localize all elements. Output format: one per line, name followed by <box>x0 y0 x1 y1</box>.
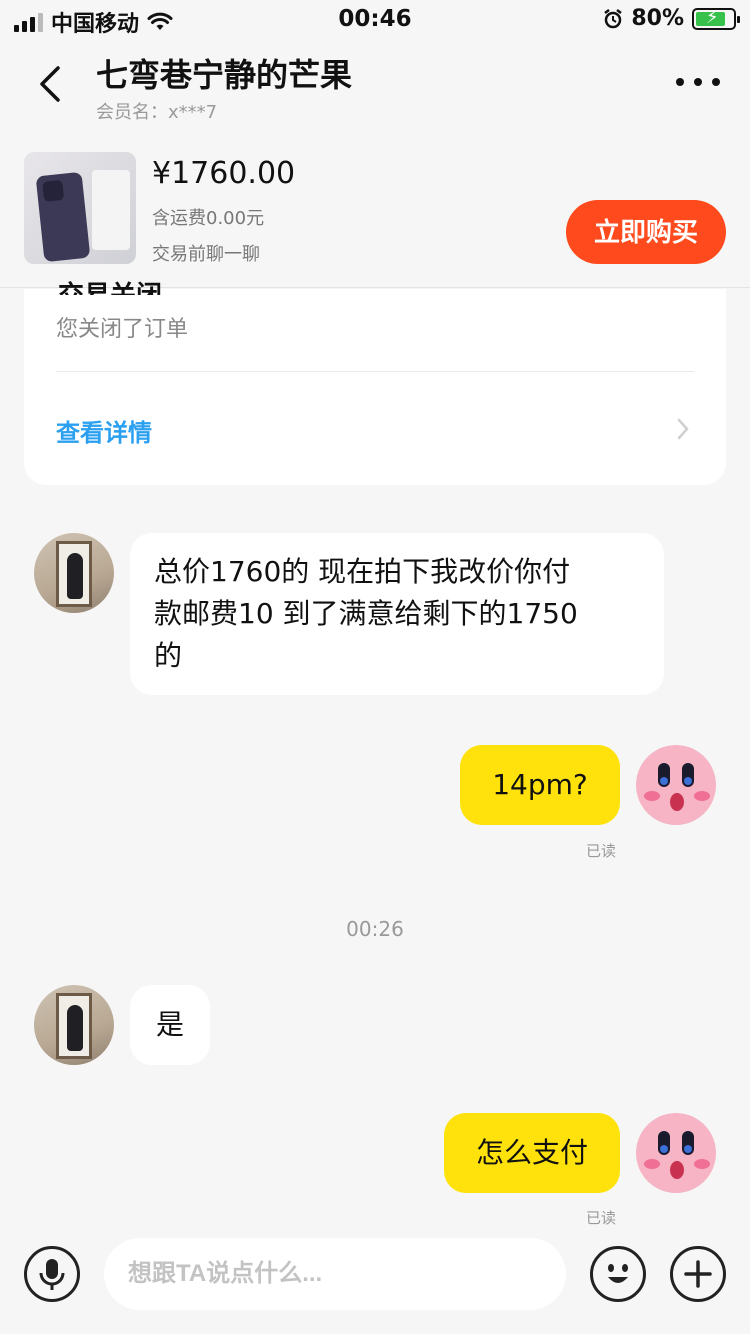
chat-title: 七弯巷宁静的芒果 <box>96 56 353 94</box>
order-status: 您关闭了订单 <box>56 317 189 342</box>
message-line: 款邮费10 到了满意给剩下的1750 <box>154 597 578 630</box>
message-line: 的 <box>154 639 183 672</box>
message-bubble-outgoing: 怎么支付 <box>444 1113 620 1193</box>
battery-percent: 80% <box>631 6 684 31</box>
user-avatar[interactable] <box>636 1113 716 1193</box>
read-receipt: 已读 <box>586 842 617 860</box>
shipping-info: 含运费0.00元 <box>152 208 265 229</box>
message-input[interactable] <box>104 1238 566 1310</box>
order-title-partial: 交易关闭 <box>58 275 162 295</box>
chat-header: 七弯巷宁静的芒果 会员名：x***7 <box>0 40 750 140</box>
message-bubble-incoming: 是 <box>130 985 210 1065</box>
buy-now-button[interactable]: 立即购买 <box>566 200 726 264</box>
status-bar: 中国移动 00:46 80% ⚡ <box>0 0 750 40</box>
message-timestamp: 00:26 <box>346 917 404 941</box>
message-bubble-incoming: 总价1760的 现在拍下我改价你付 款邮费10 到了满意给剩下的1750 的 <box>130 533 664 695</box>
chevron-left-icon[interactable] <box>34 62 66 106</box>
message-line: 总价1760的 现在拍下我改价你付 <box>154 555 571 588</box>
product-bar: ¥1760.00 含运费0.00元 交易前聊一聊 立即购买 <box>0 140 750 288</box>
microphone-icon[interactable] <box>24 1246 80 1302</box>
user-avatar[interactable] <box>636 745 716 825</box>
order-card: 交易关闭 您关闭了订单 查看详情 <box>24 281 726 485</box>
product-price: ¥1760.00 <box>152 156 296 191</box>
chat-hint: 交易前聊一聊 <box>152 244 260 265</box>
product-thumbnail[interactable] <box>24 152 136 264</box>
chevron-right-icon[interactable] <box>676 417 690 441</box>
seller-avatar[interactable] <box>34 533 114 613</box>
alarm-icon <box>604 8 623 28</box>
more-dots-icon[interactable] <box>676 70 720 94</box>
read-receipt: 已读 <box>586 1209 617 1227</box>
seller-avatar[interactable] <box>34 985 114 1065</box>
battery-icon: ⚡ <box>692 7 740 30</box>
view-details-link[interactable]: 查看详情 <box>56 413 152 448</box>
status-right: 80% ⚡ <box>603 6 740 31</box>
plus-icon[interactable] <box>670 1246 726 1302</box>
divider <box>56 371 694 372</box>
input-bar <box>0 1228 750 1334</box>
smiley-icon[interactable] <box>590 1246 646 1302</box>
message-bubble-outgoing: 14pm? <box>460 745 620 825</box>
member-name: 会员名：x***7 <box>96 102 218 123</box>
